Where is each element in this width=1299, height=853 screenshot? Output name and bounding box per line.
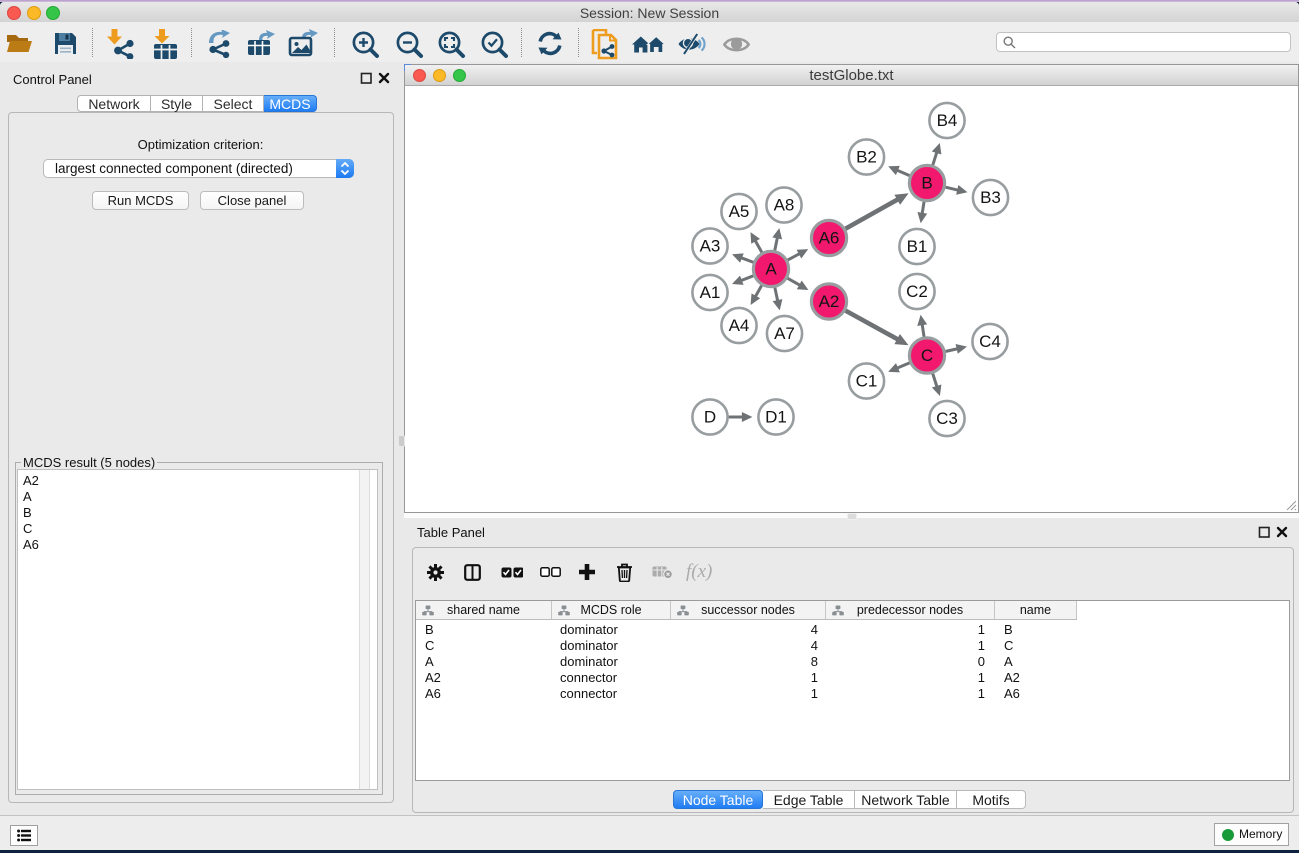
svg-text:A8: A8 xyxy=(774,196,795,215)
svg-text:C: C xyxy=(921,346,933,365)
svg-text:A2: A2 xyxy=(819,292,840,311)
svg-text:C4: C4 xyxy=(979,332,1001,351)
svg-text:A: A xyxy=(765,260,777,279)
svg-text:D: D xyxy=(704,408,716,427)
svg-text:B: B xyxy=(921,174,932,193)
svg-text:A1: A1 xyxy=(700,283,721,302)
svg-text:C3: C3 xyxy=(936,409,958,428)
svg-text:A6: A6 xyxy=(819,229,840,248)
svg-text:C2: C2 xyxy=(906,282,928,301)
svg-text:C1: C1 xyxy=(856,372,878,391)
svg-text:B1: B1 xyxy=(907,237,928,256)
svg-text:A3: A3 xyxy=(700,237,721,256)
svg-text:A5: A5 xyxy=(729,202,750,221)
svg-text:D1: D1 xyxy=(765,408,787,427)
svg-text:A4: A4 xyxy=(729,316,750,335)
svg-text:B3: B3 xyxy=(980,188,1001,207)
svg-text:B2: B2 xyxy=(856,148,877,167)
svg-text:A7: A7 xyxy=(774,324,795,343)
svg-text:B4: B4 xyxy=(937,111,958,130)
